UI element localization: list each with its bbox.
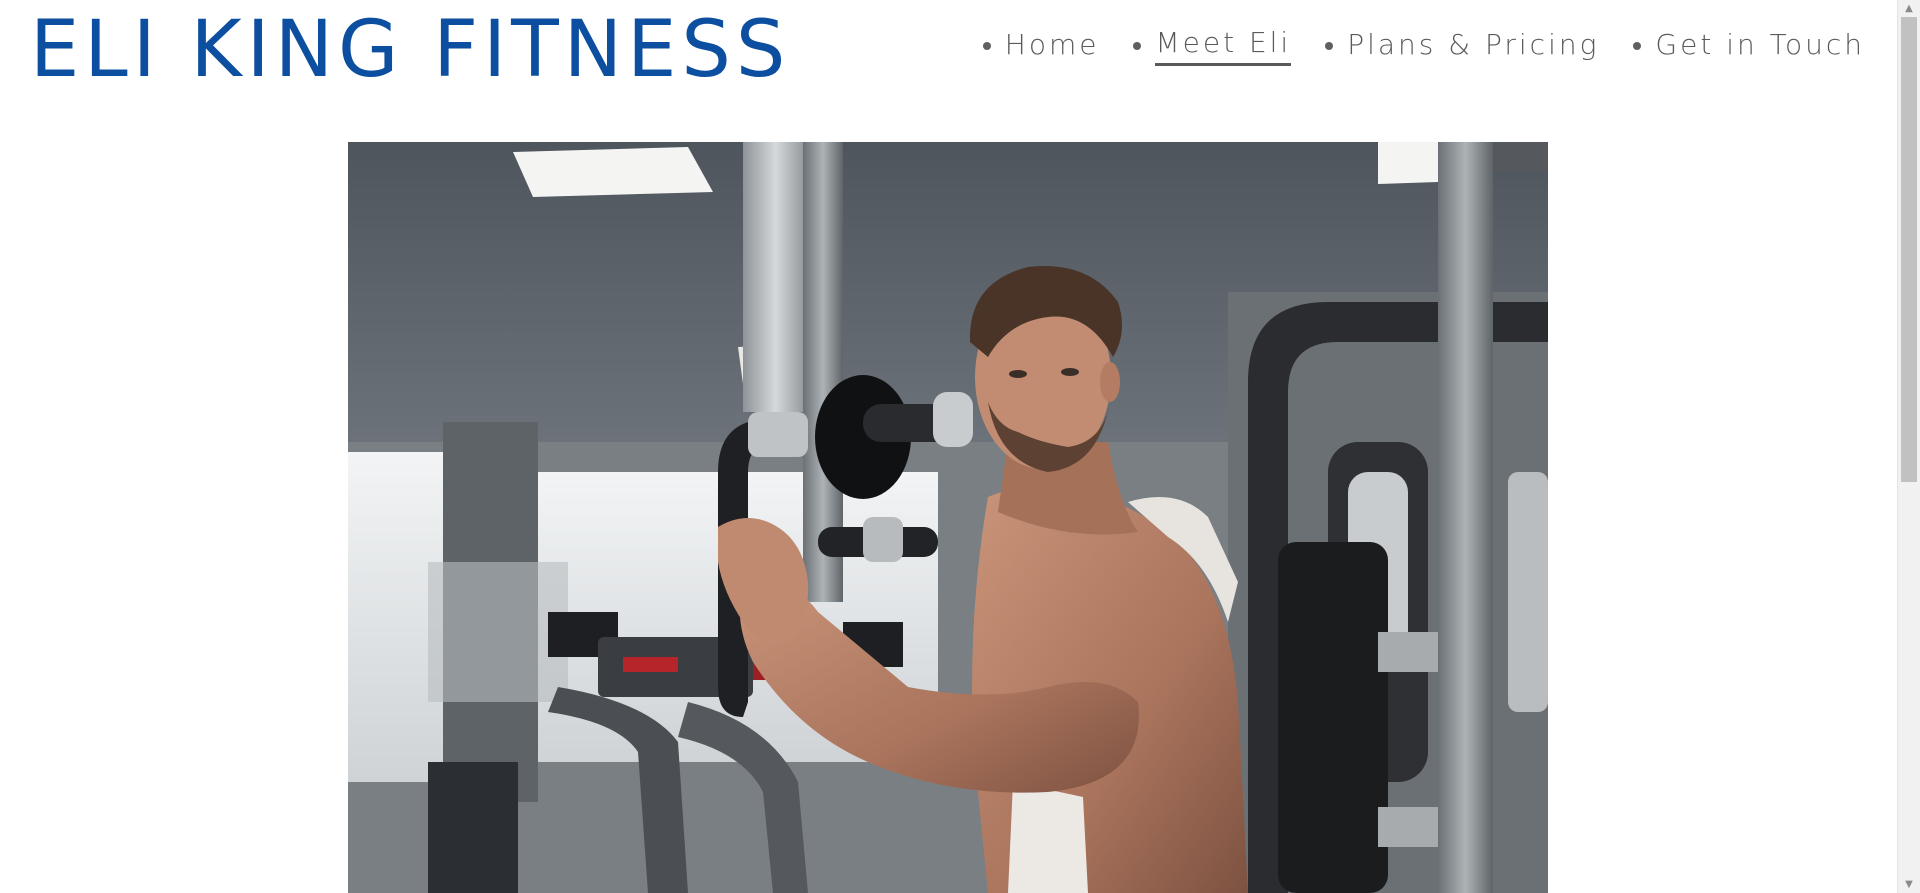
bullet-icon xyxy=(982,42,991,50)
scroll-up-arrow-icon[interactable]: ▲ xyxy=(1898,0,1920,17)
nav-item-plans-pricing[interactable]: Plans & Pricing xyxy=(1325,28,1599,65)
bullet-icon xyxy=(1133,42,1142,50)
nav-label-meet-eli[interactable]: Meet Eli xyxy=(1155,26,1292,66)
bullet-icon xyxy=(1633,42,1642,50)
page-scrollbar[interactable]: ▲ ▼ xyxy=(1897,0,1920,893)
page: ELI KING FITNESS Home Meet Eli Plans & P… xyxy=(0,0,1897,893)
scroll-thumb[interactable] xyxy=(1901,17,1917,482)
nav-item-home[interactable]: Home xyxy=(982,28,1100,65)
bullet-icon xyxy=(1325,42,1334,50)
nav-label-plans-pricing[interactable]: Plans & Pricing xyxy=(1347,28,1599,65)
gym-photo-illustration xyxy=(348,142,1548,893)
nav-label-get-in-touch[interactable]: Get in Touch xyxy=(1655,28,1865,65)
main-nav: Home Meet Eli Plans & Pricing Get in Tou… xyxy=(982,26,1865,66)
scroll-down-arrow-icon[interactable]: ▼ xyxy=(1898,876,1920,893)
site-logo-title[interactable]: ELI KING FITNESS xyxy=(30,6,790,94)
hero-gym-photo xyxy=(348,142,1548,893)
nav-label-home[interactable]: Home xyxy=(1005,28,1100,65)
nav-item-get-in-touch[interactable]: Get in Touch xyxy=(1633,28,1865,65)
nav-item-meet-eli[interactable]: Meet Eli xyxy=(1133,26,1292,66)
